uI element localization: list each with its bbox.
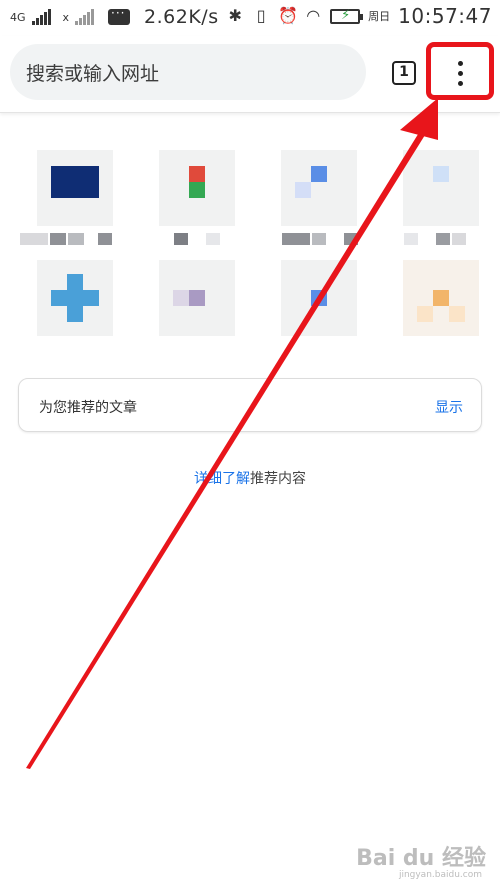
site-icon (433, 166, 449, 182)
most-visited-tile[interactable] (403, 150, 479, 226)
signal-icon (31, 9, 51, 25)
most-visited-tile[interactable] (37, 150, 113, 226)
network-speed: 2.62K/s (144, 6, 219, 28)
learn-more-text: 推荐内容 (250, 471, 306, 487)
tab-switcher-button[interactable]: 1 (392, 61, 416, 85)
recommended-articles-card: 为您推荐的文章 显示 (18, 378, 482, 432)
site-icon (433, 290, 449, 306)
message-icon (108, 6, 131, 25)
show-button[interactable]: 显示 (435, 397, 463, 417)
status-right: ✱ ▯ ⏰ ◠ ⚡ 周日 10:57:47 (226, 4, 492, 28)
learn-more-line: 详细了解推荐内容 (0, 468, 500, 488)
search-placeholder: 搜索或输入网址 (26, 62, 160, 85)
most-visited-tile[interactable] (159, 260, 235, 336)
site-icon (417, 306, 433, 322)
most-visited-tile[interactable] (281, 260, 357, 336)
site-icon (311, 166, 327, 182)
tile-title-placeholder (20, 230, 114, 245)
arrow-shaft (26, 131, 425, 769)
site-icon (189, 166, 205, 182)
network-label-1: 4G (10, 10, 26, 24)
learn-more-link[interactable]: 详细了解 (194, 471, 250, 487)
clock: 10:57:47 (398, 4, 492, 28)
tile-title-placeholder (404, 230, 468, 245)
site-icon (173, 290, 189, 306)
plus-icon (51, 290, 99, 306)
bluetooth-icon: ✱ (228, 6, 242, 25)
status-left: 4G x 2.62K/s (10, 6, 219, 28)
site-icon (51, 166, 99, 198)
alarm-icon: ⏰ (278, 6, 299, 25)
more-vert-icon[interactable] (445, 50, 475, 96)
watermark-url: jingyan.baidu.com (398, 870, 482, 880)
site-icon (295, 182, 311, 198)
watermark-logo: Bai du 经验 (356, 846, 486, 871)
site-icon (189, 290, 205, 306)
search-input[interactable]: 搜索或输入网址 (10, 44, 366, 100)
wifi-icon: ◠ (306, 6, 321, 25)
annotation-arrow (26, 98, 438, 769)
site-icon (189, 182, 205, 198)
network-label-2: x (62, 10, 70, 24)
tile-title-placeholder (174, 230, 222, 245)
most-visited-tile[interactable] (281, 150, 357, 226)
most-visited-tile[interactable] (159, 150, 235, 226)
site-icon (311, 290, 327, 306)
status-bar: 4G x 2.62K/s ✱ ▯ ⏰ ◠ ⚡ 周日 10:57:47 (0, 0, 500, 36)
signal-icon-2 (75, 9, 95, 25)
most-visited-tile[interactable] (37, 260, 113, 336)
vibrate-icon: ▯ (256, 6, 266, 25)
recommended-title: 为您推荐的文章 (39, 400, 137, 416)
battery-charging-icon: ⚡ (330, 8, 364, 24)
tile-title-placeholder (282, 230, 360, 245)
weekday-label: 周日 (368, 10, 391, 23)
browser-toolbar: 搜索或输入网址 1 (0, 36, 500, 113)
site-icon (449, 306, 465, 322)
most-visited-tile[interactable] (403, 260, 479, 336)
